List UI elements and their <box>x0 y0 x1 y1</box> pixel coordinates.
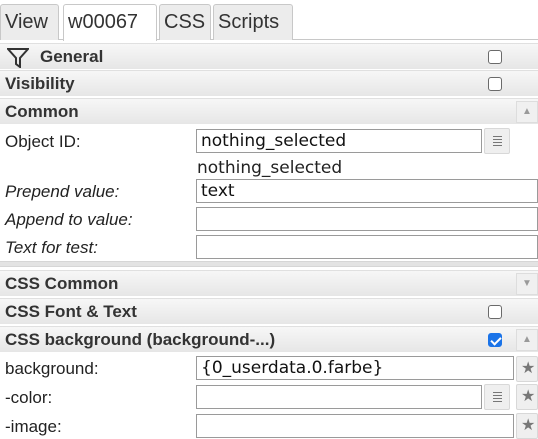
color-label: -color: <box>5 388 53 407</box>
list-icon <box>493 136 502 147</box>
object-id-input[interactable]: nothing_selected <box>196 129 482 153</box>
test-text-input[interactable] <box>196 235 538 259</box>
color-star-button[interactable]: ★ <box>516 384 538 410</box>
append-input[interactable] <box>196 207 538 231</box>
section-general-label: General <box>40 47 104 66</box>
background-input[interactable]: {0_userdata.0.farbe} <box>196 356 514 380</box>
color-input[interactable] <box>196 385 482 409</box>
tab-css[interactable]: CSS <box>159 4 211 40</box>
visibility-checkbox[interactable] <box>488 77 502 91</box>
object-id-label: Object ID: <box>5 132 81 151</box>
section-common[interactable]: Common ▲ <box>0 98 538 124</box>
tab-view[interactable]: View <box>0 4 59 40</box>
color-picker-button[interactable] <box>484 384 510 410</box>
image-input[interactable] <box>196 414 514 438</box>
star-icon: ★ <box>521 417 536 434</box>
prepend-label: Prepend value: <box>5 182 120 201</box>
section-css-font-text-label: CSS Font & Text <box>5 302 137 321</box>
background-star-button[interactable]: ★ <box>516 356 538 382</box>
tab-widget[interactable]: w00067 <box>63 4 157 41</box>
object-id-hint: nothing_selected <box>197 158 343 178</box>
section-css-common-label: CSS Common <box>5 274 119 293</box>
star-icon: ★ <box>521 388 536 405</box>
image-star-button[interactable]: ★ <box>516 413 538 439</box>
css-font-text-checkbox[interactable] <box>488 305 502 319</box>
image-label: -image: <box>5 417 62 436</box>
section-css-background-label: CSS background (background-...) <box>5 330 276 349</box>
section-css-background[interactable]: CSS background (background-...) ▲ <box>0 326 538 352</box>
section-general[interactable]: General <box>0 43 538 69</box>
tab-scripts[interactable]: Scripts <box>213 4 293 40</box>
star-icon: ★ <box>521 360 536 377</box>
section-css-font-text[interactable]: CSS Font & Text <box>0 298 538 324</box>
list-icon <box>493 392 502 403</box>
prepend-input[interactable]: text <box>196 179 538 203</box>
test-text-label: Text for test: <box>5 238 98 257</box>
collapse-icon[interactable]: ▲ <box>516 329 538 351</box>
section-common-label: Common <box>5 102 79 121</box>
section-css-common[interactable]: CSS Common ▼ <box>0 270 538 296</box>
background-label: background: <box>5 359 99 378</box>
tab-bar: View w00067 CSS Scripts <box>0 0 538 41</box>
collapse-icon[interactable]: ▲ <box>516 101 538 123</box>
section-divider <box>0 261 538 267</box>
append-label: Append to value: <box>5 210 133 229</box>
css-background-checkbox[interactable] <box>488 333 502 347</box>
section-visibility-label: Visibility <box>5 74 75 93</box>
general-checkbox[interactable] <box>488 50 502 64</box>
expand-icon[interactable]: ▼ <box>516 273 538 295</box>
object-id-browse-button[interactable] <box>484 128 510 154</box>
section-visibility[interactable]: Visibility <box>0 70 538 96</box>
